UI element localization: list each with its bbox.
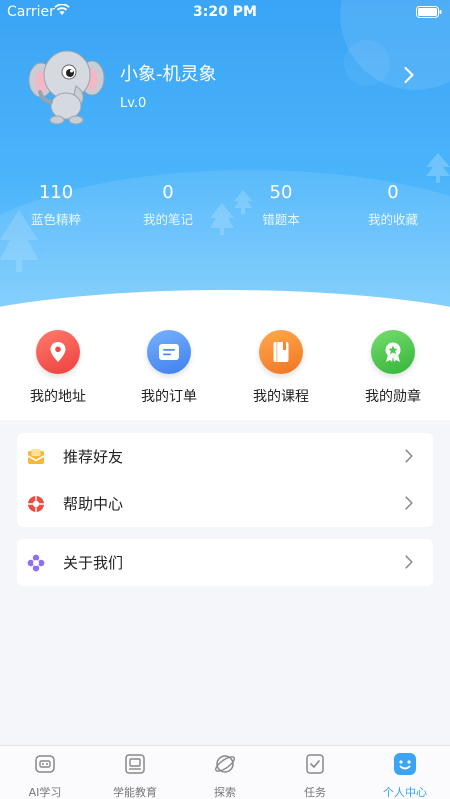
chevron-right-icon	[405, 449, 413, 463]
tab-education[interactable]: 学能教育	[90, 752, 180, 799]
stat-value: 0	[387, 182, 399, 203]
tree-decoration-icon	[426, 153, 450, 183]
tab-ai-learning[interactable]: AI学习	[0, 752, 90, 799]
stat-mistakes[interactable]: 50 错题本	[225, 182, 337, 228]
shortcut-address[interactable]: 我的地址	[2, 330, 114, 406]
laptop-icon	[125, 754, 145, 774]
user-name[interactable]: 小象-机灵象	[120, 60, 217, 86]
flower-icon	[27, 554, 45, 572]
task-check-icon	[306, 754, 324, 774]
shortcut-icon-circle	[371, 330, 415, 374]
stat-label: 我的收藏	[367, 212, 418, 227]
stat-label: 错题本	[262, 212, 300, 227]
clock: 3:20 PM	[193, 4, 257, 20]
stat-value: 110	[38, 182, 74, 203]
order-icon	[159, 344, 179, 360]
menu-item-label: 推荐好友	[63, 448, 124, 466]
shortcut-orders[interactable]: 我的订单	[113, 330, 225, 406]
shortcut-icon-circle	[147, 330, 191, 374]
tab-explore[interactable]: 探索	[180, 752, 270, 799]
robot-icon	[35, 755, 55, 773]
menu-card: 推荐好友 帮助中心	[17, 433, 433, 527]
tab-bar: AI学习 学能教育 探索 任务 个人中心	[0, 745, 450, 799]
shortcut-label: 我的订单	[141, 389, 197, 405]
chevron-right-icon	[405, 496, 413, 510]
shortcut-label: 我的地址	[30, 389, 86, 405]
shortcut-medals[interactable]: 我的勋章	[337, 330, 449, 406]
shortcut-courses[interactable]: 我的课程	[225, 330, 337, 406]
shortcut-icon-circle	[36, 330, 80, 374]
shortcut-label: 我的勋章	[365, 389, 421, 405]
menu-item-help-center[interactable]: 帮助中心	[17, 480, 433, 527]
battery-icon	[416, 6, 442, 18]
lifebuoy-icon	[28, 496, 44, 512]
course-book-icon	[273, 342, 289, 362]
tab-tasks[interactable]: 任务	[270, 752, 360, 799]
planet-icon	[215, 755, 235, 773]
user-level: Lv.0	[120, 96, 147, 111]
chevron-right-icon[interactable]	[404, 66, 414, 84]
decor-circle	[344, 40, 390, 86]
elephant-avatar[interactable]	[26, 42, 108, 126]
tab-label: 任务	[304, 786, 326, 799]
tab-label: 个人中心	[383, 786, 427, 799]
shortcut-grid: 我的地址 我的订单 我的课程 我的勋章	[0, 322, 450, 420]
stat-value: 0	[162, 182, 174, 203]
stat-notes[interactable]: 0 我的笔记	[112, 182, 224, 228]
menu-item-about-us[interactable]: 关于我们	[17, 539, 433, 586]
tab-personal-center[interactable]: 个人中心	[360, 752, 450, 799]
shortcut-label: 我的课程	[253, 389, 309, 405]
stat-label: 蓝色精粹	[30, 212, 81, 227]
stat-favorites[interactable]: 0 我的收藏	[337, 182, 449, 228]
menu-item-label: 帮助中心	[63, 495, 124, 513]
shortcut-icon-circle	[259, 330, 303, 374]
stat-label: 我的笔记	[142, 212, 193, 227]
profile-header: Carrier 3:20 PM 小象-机灵象 Lv.0 110 蓝色精粹 0 我…	[0, 0, 450, 322]
stat-blue-essence[interactable]: 110 蓝色精粹	[0, 182, 112, 228]
menu-card: 关于我们	[17, 539, 433, 586]
smiley-face-icon	[394, 753, 416, 775]
medal-icon	[385, 342, 401, 362]
menu-item-label: 关于我们	[63, 554, 124, 572]
tab-label: 学能教育	[113, 786, 157, 799]
chevron-right-icon	[405, 555, 413, 569]
location-pin-icon	[50, 342, 66, 362]
envelope-icon	[27, 449, 45, 464]
stat-value: 50	[269, 182, 293, 203]
tab-label: AI学习	[28, 786, 62, 799]
tab-label: 探索	[214, 786, 236, 799]
stats-row: 110 蓝色精粹 0 我的笔记 50 错题本 0 我的收藏	[0, 182, 450, 232]
status-bar: Carrier 3:20 PM	[0, 0, 450, 24]
menu-item-recommend-friends[interactable]: 推荐好友	[17, 433, 433, 480]
